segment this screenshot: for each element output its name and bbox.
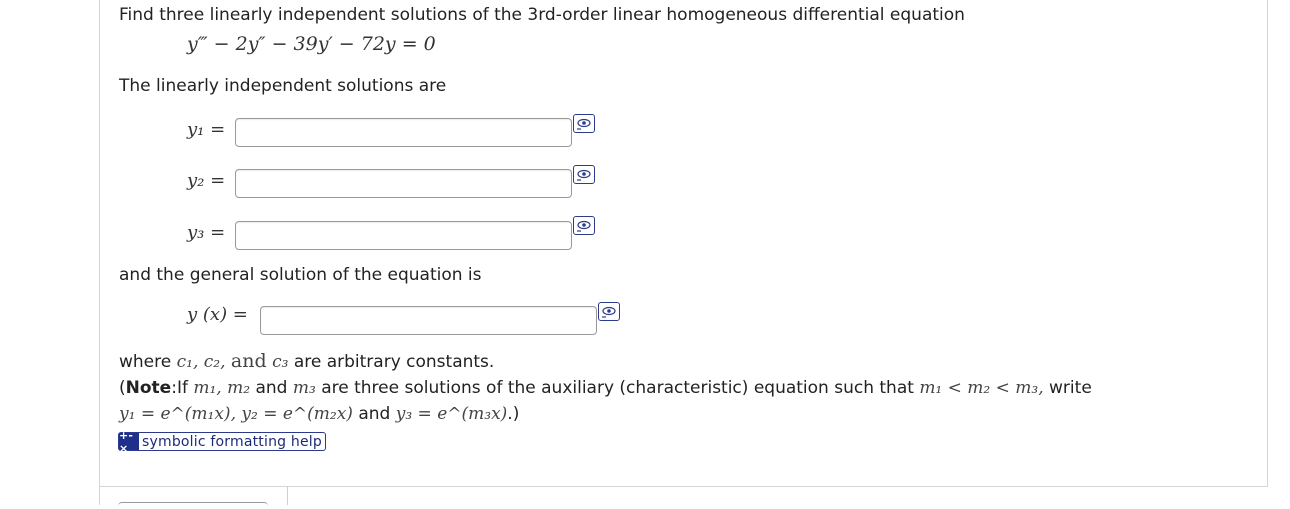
general-label: y (x) =: [187, 304, 248, 325]
constants-note: where c₁, c₂, and c₃ are arbitrary const…: [119, 350, 494, 372]
note-open: (: [119, 378, 126, 398]
note-m3: m₃: [292, 378, 316, 398]
constant-c3: c₃: [272, 352, 289, 372]
right-border: [1267, 0, 1268, 487]
note-close: .): [507, 404, 520, 424]
general-solution-input[interactable]: [260, 306, 597, 335]
note-y1-y2: y₁ = e^(m₁x), y₂ = e^(m₂x): [119, 404, 353, 424]
general-intro: and the general solution of the equation…: [119, 265, 482, 285]
symbolic-help-icon: +-×: [119, 429, 139, 455]
note-line2-and: and: [358, 404, 391, 424]
symbolic-formatting-help-link[interactable]: +-× symbolic formatting help: [118, 429, 326, 455]
help-label: symbolic formatting help: [142, 433, 322, 450]
y2-label: y₂ =: [187, 170, 226, 191]
y1-label: y₁ =: [187, 119, 226, 140]
note-m-list: m₁, m₂: [193, 378, 251, 398]
y1-preview-button[interactable]: [573, 114, 595, 133]
note-tail: write: [1049, 378, 1092, 398]
partial-button[interactable]: [118, 502, 268, 509]
y3-input[interactable]: [235, 221, 572, 250]
note-bold: Note: [125, 378, 172, 398]
left-border: [99, 0, 100, 505]
eye-preview-icon: [577, 220, 591, 232]
where-prefix: where: [119, 352, 172, 372]
eye-preview-icon: [577, 169, 591, 181]
note-and: and: [255, 378, 288, 398]
note-line-1: (Note:If m₁, m₂ and m₃ are three solutio…: [119, 378, 1092, 398]
note-middle: are three solutions of the auxiliary (ch…: [321, 378, 914, 398]
constants-c1-c2: c₁, c₂,: [176, 352, 226, 372]
note-line-2: y₁ = e^(m₁x), y₂ = e^(m₂x) and y₃ = e^(m…: [119, 404, 519, 424]
eye-preview-icon: [577, 118, 591, 130]
y1-input[interactable]: [235, 118, 572, 147]
y2-input[interactable]: [235, 169, 572, 198]
y3-label: y₃ =: [187, 222, 226, 243]
note-lead: :If: [171, 378, 188, 398]
bottom-border: [100, 486, 1268, 487]
where-suffix: are arbitrary constants.: [293, 352, 495, 372]
note-y3: y₃ = e^(m₃x): [395, 404, 508, 424]
note-order: m₁ < m₂ < m₃,: [919, 378, 1044, 398]
and-word: and: [230, 350, 267, 372]
question-prompt: Find three linearly independent solution…: [119, 5, 965, 25]
y3-preview-button[interactable]: [573, 216, 595, 235]
general-preview-button[interactable]: [598, 302, 620, 321]
next-panel-edge: [287, 486, 288, 505]
solutions-intro: The linearly independent solutions are: [119, 76, 447, 96]
y2-preview-button[interactable]: [573, 165, 595, 184]
eye-preview-icon: [602, 306, 616, 318]
differential-equation: y‴ − 2y″ − 39y′ − 72y = 0: [187, 33, 436, 55]
